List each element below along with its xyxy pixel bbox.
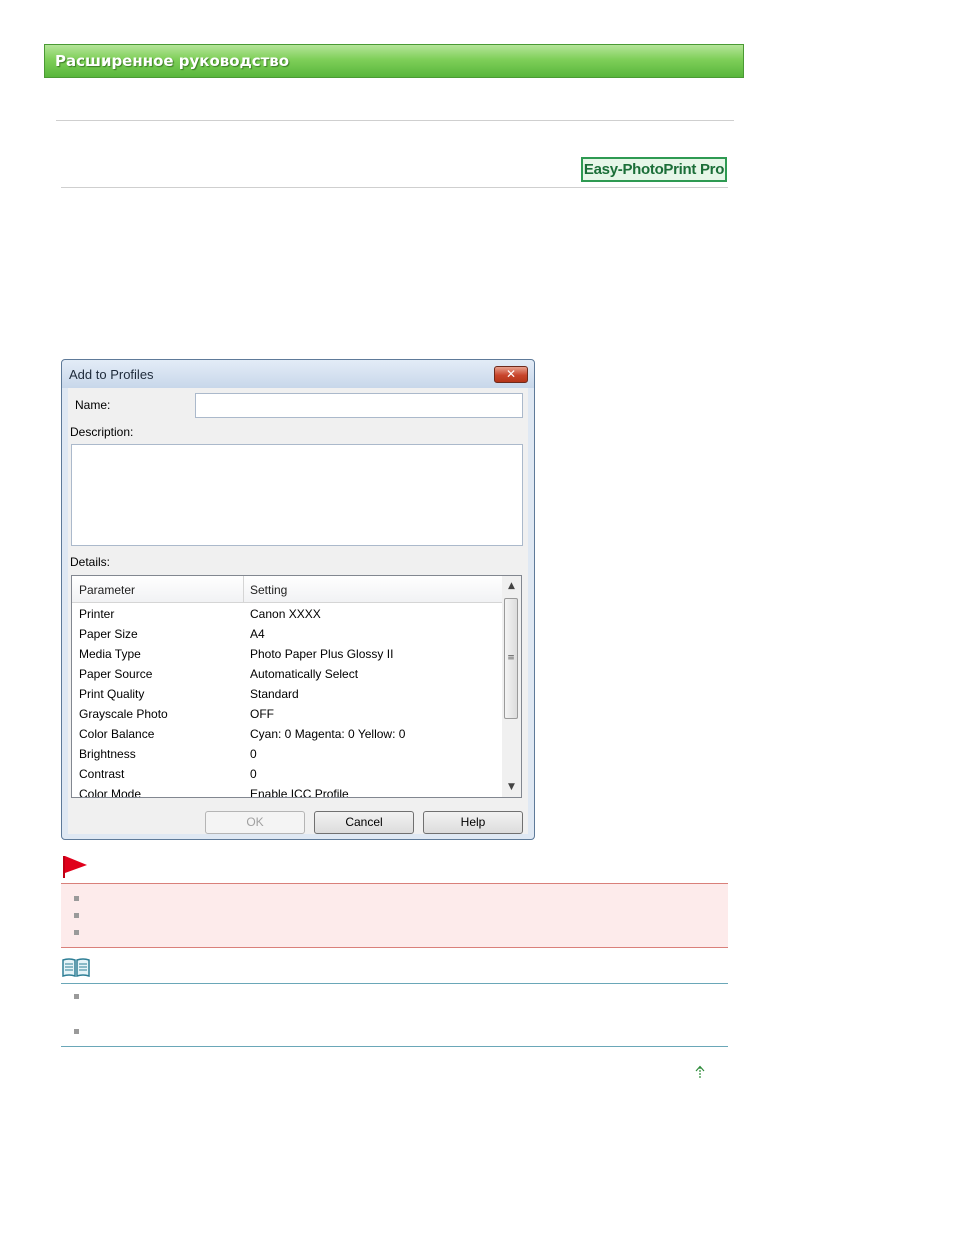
table-row[interactable]: Contrast 0 [72, 764, 502, 784]
row-setting: Automatically Select [250, 667, 359, 681]
column-header-setting[interactable]: Setting [250, 576, 287, 602]
manual-header-title: Расширенное руководство [55, 52, 290, 70]
add-to-profiles-dialog: Add to Profiles ✕ Name: Description: Det… [61, 359, 535, 840]
dialog-client: Name: Description: Details: Parameter Se… [68, 388, 528, 834]
details-list[interactable]: Parameter Setting Printer Canon XXXX Pape… [71, 575, 522, 798]
row-parameter: Media Type [79, 647, 141, 661]
row-parameter: Brightness [79, 747, 136, 761]
scroll-thumb[interactable]: ≡ [504, 598, 518, 719]
help-button[interactable]: Help [423, 811, 523, 834]
note-divider-top [61, 983, 728, 984]
red-flag-icon [63, 856, 87, 878]
table-row[interactable]: Printer Canon XXXX [72, 604, 502, 624]
row-setting: Standard [250, 687, 299, 701]
title-divider [61, 187, 728, 188]
description-label: Description: [70, 425, 134, 439]
row-parameter: Color Mode [79, 787, 142, 798]
list-bullet [74, 1029, 79, 1034]
name-label: Name: [75, 398, 111, 412]
description-field[interactable] [71, 444, 523, 546]
list-bullet [74, 994, 79, 999]
row-parameter: Print Quality [79, 687, 145, 701]
row-setting: OFF [250, 707, 274, 721]
table-row[interactable]: Paper Source Automatically Select [72, 664, 502, 684]
table-row[interactable]: Grayscale Photo OFF [72, 704, 502, 724]
arrow-up-icon[interactable] [694, 1065, 706, 1079]
row-setting: Enable ICC Profile [250, 787, 349, 798]
row-setting: A4 [250, 627, 265, 641]
table-row[interactable]: Color Mode Enable ICC Profile [72, 784, 502, 798]
table-row[interactable]: Color Balance Cyan: 0 Magenta: 0 Yellow: … [72, 724, 502, 744]
name-field[interactable] [195, 393, 523, 418]
row-setting: Canon XXXX [250, 607, 321, 621]
product-badge-label: Easy-PhotoPrint Pro [583, 161, 725, 178]
dialog-title: Add to Profiles [69, 367, 154, 382]
row-parameter: Printer [79, 607, 115, 621]
book-icon [62, 958, 90, 978]
table-row[interactable]: Print Quality Standard [72, 684, 502, 704]
note-divider-bottom [61, 1046, 728, 1047]
row-setting: Cyan: 0 Magenta: 0 Yellow: 0 [250, 727, 406, 741]
column-header-parameter[interactable]: Parameter [79, 576, 135, 602]
top-divider [56, 120, 734, 121]
details-label: Details: [70, 555, 111, 569]
close-button[interactable]: ✕ [494, 366, 528, 383]
row-setting: Photo Paper Plus Glossy II [250, 647, 394, 661]
table-row[interactable]: Brightness 0 [72, 744, 502, 764]
list-bullet [74, 930, 79, 935]
details-list-header: Parameter Setting [72, 576, 502, 603]
scroll-up-arrow-icon[interactable]: ▲ [502, 578, 521, 595]
row-parameter: Color Balance [79, 727, 155, 741]
row-setting: 0 [250, 747, 257, 761]
row-parameter: Paper Source [79, 667, 153, 681]
important-box [61, 883, 728, 948]
dialog-titlebar[interactable]: Add to Profiles ✕ [62, 360, 534, 388]
product-badge: Easy-PhotoPrint Pro [581, 157, 727, 182]
list-bullet [74, 913, 79, 918]
cancel-button[interactable]: Cancel [314, 811, 414, 834]
table-row[interactable]: Media Type Photo Paper Plus Glossy II [72, 644, 502, 664]
list-bullet [74, 896, 79, 901]
row-parameter: Grayscale Photo [79, 707, 168, 721]
row-setting: 0 [250, 767, 257, 781]
row-parameter: Paper Size [79, 627, 138, 641]
table-row[interactable]: Paper Size A4 [72, 624, 502, 644]
details-scrollbar[interactable]: ▲ ≡ ▼ [502, 576, 521, 797]
manual-header-bar: Расширенное руководство [44, 44, 744, 78]
close-icon: ✕ [505, 367, 517, 381]
column-divider[interactable] [243, 576, 244, 602]
details-rows: Printer Canon XXXX Paper Size A4 Media Typ… [72, 604, 502, 798]
ok-button[interactable]: OK [205, 811, 305, 834]
scroll-down-arrow-icon[interactable]: ▼ [502, 779, 521, 796]
row-parameter: Contrast [79, 767, 125, 781]
